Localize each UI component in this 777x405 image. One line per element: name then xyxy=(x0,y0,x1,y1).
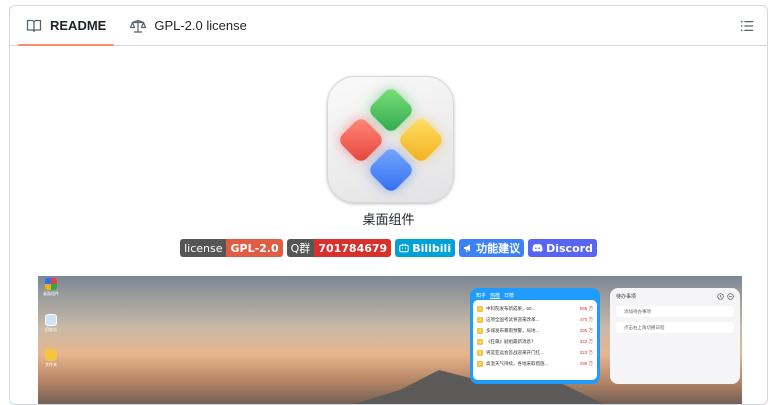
item-count: 299 万 xyxy=(579,360,593,366)
item-title: 中科院发布新成果，60... xyxy=(486,305,536,311)
megaphone-icon xyxy=(464,244,471,253)
license-badge[interactable]: license GPL-2.0 xyxy=(180,239,283,257)
badge-value: GPL-2.0 xyxy=(226,239,283,257)
scale-icon xyxy=(130,19,147,33)
list-item[interactable]: 6 高温天气持续，各地采取措施... 299 万 xyxy=(477,358,593,369)
hot-list-widget: 知乎 热榜 日榜 1 中科院发布新成果，60... 596 万 2 这项全国考试将迎来… xyxy=(470,288,600,384)
tab-readme-label: README xyxy=(50,18,107,33)
badge-value: Discord xyxy=(546,241,593,255)
list-item[interactable]: 2 这项全国考试将迎来改革... 470 万 xyxy=(477,314,593,325)
rank-badge: 2 xyxy=(477,316,483,323)
discord-icon xyxy=(532,244,543,252)
bilibili-badge[interactable]: Bilibili xyxy=(395,239,456,257)
hot-tabs: 知乎 热榜 日榜 xyxy=(473,291,597,300)
tab-license[interactable]: GPL-2.0 license xyxy=(118,6,259,45)
item-count: 323 万 xyxy=(579,349,593,355)
app-title: 桌面组件 xyxy=(362,212,415,227)
qq-group-badge[interactable]: Q群 701784679 xyxy=(286,239,392,257)
folder-icon xyxy=(45,349,57,361)
desktop-icon: 桌面组件 xyxy=(41,278,61,297)
todo-widget: 待办事项 添加待办事项 点击右上角切换日程 xyxy=(610,288,740,384)
item-title: 男篮亚运会首战迎来开门红... xyxy=(486,349,544,355)
toc-button[interactable] xyxy=(737,16,757,36)
item-title: 《狂飙》剧组最新消息？ xyxy=(486,338,536,344)
badge-label: license xyxy=(180,239,227,257)
app-logo-icon xyxy=(45,278,57,290)
tab-license-label: GPL-2.0 license xyxy=(154,18,247,33)
list-item[interactable]: 4 《狂飙》剧组最新消息？ 342 万 xyxy=(477,336,593,347)
app-logo-icon xyxy=(327,76,454,203)
badge-label: Q群 xyxy=(286,239,315,257)
readme-tabbar: README GPL-2.0 license xyxy=(10,6,767,46)
desktop-icon-label: 桌面组件 xyxy=(43,291,59,296)
item-count: 470 万 xyxy=(579,316,593,322)
badge-value: 功能建议 xyxy=(476,242,521,255)
item-title: 多城发布暴雨预警，局地... xyxy=(486,327,540,333)
rank-badge: 1 xyxy=(477,305,483,312)
discord-badge[interactable]: Discord xyxy=(528,239,597,257)
todo-item[interactable]: 添加待办事项 xyxy=(616,306,734,317)
add-icon[interactable] xyxy=(727,293,734,300)
badge-value: 701784679 xyxy=(314,239,392,257)
list-item[interactable]: 1 中科院发布新成果，60... 596 万 xyxy=(477,303,593,314)
todo-item[interactable]: 点击右上角切换日程 xyxy=(616,322,734,333)
item-count: 596 万 xyxy=(579,305,593,311)
tab-readme[interactable]: README xyxy=(14,6,118,46)
app-screenshot: 桌面组件 回收站 文件夹 知乎 热榜 日榜 1 中科院发布新成果，60... 596… xyxy=(38,276,742,404)
item-title: 高温天气持续，各地采取措施... xyxy=(486,360,549,366)
feature-request-badge[interactable]: 功能建议 xyxy=(459,239,525,257)
recycle-bin-icon xyxy=(45,314,57,326)
todo-title: 待办事项 xyxy=(616,294,637,300)
badge-row: license GPL-2.0 Q群 701784679 Bilibili 功能… xyxy=(10,239,767,257)
hot-tab[interactable]: 热榜 xyxy=(490,292,500,299)
clock-icon[interactable] xyxy=(717,293,724,300)
readme-panel: README GPL-2.0 license 桌面组件 license GPL-… xyxy=(9,5,768,405)
hot-tab[interactable]: 日榜 xyxy=(504,292,514,299)
desktop-icon-label: 文件夹 xyxy=(45,362,57,367)
list-unordered-icon xyxy=(740,20,754,32)
hot-list: 1 中科院发布新成果，60... 596 万 2 这项全国考试将迎来改革... 470 … xyxy=(473,300,597,380)
badge-value: Bilibili xyxy=(412,241,452,255)
list-item[interactable]: 5 男篮亚运会首战迎来开门红... 323 万 xyxy=(477,347,593,358)
item-count: 395 万 xyxy=(579,327,593,333)
desktop-icon-label: 回收站 xyxy=(45,327,57,332)
book-icon xyxy=(26,19,42,32)
rank-badge: 4 xyxy=(477,338,483,345)
list-item[interactable]: 3 多城发布暴雨预警，局地... 395 万 xyxy=(477,325,593,336)
rank-badge: 3 xyxy=(477,327,483,334)
tv-icon xyxy=(399,243,409,253)
rank-badge: 5 xyxy=(477,349,483,356)
item-title: 这项全国考试将迎来改革... xyxy=(486,316,540,322)
desktop-icon: 回收站 xyxy=(41,314,61,333)
desktop-icon: 文件夹 xyxy=(41,349,61,368)
hot-tab[interactable]: 知乎 xyxy=(476,292,486,299)
item-count: 342 万 xyxy=(579,338,593,344)
rank-badge: 6 xyxy=(477,360,483,367)
